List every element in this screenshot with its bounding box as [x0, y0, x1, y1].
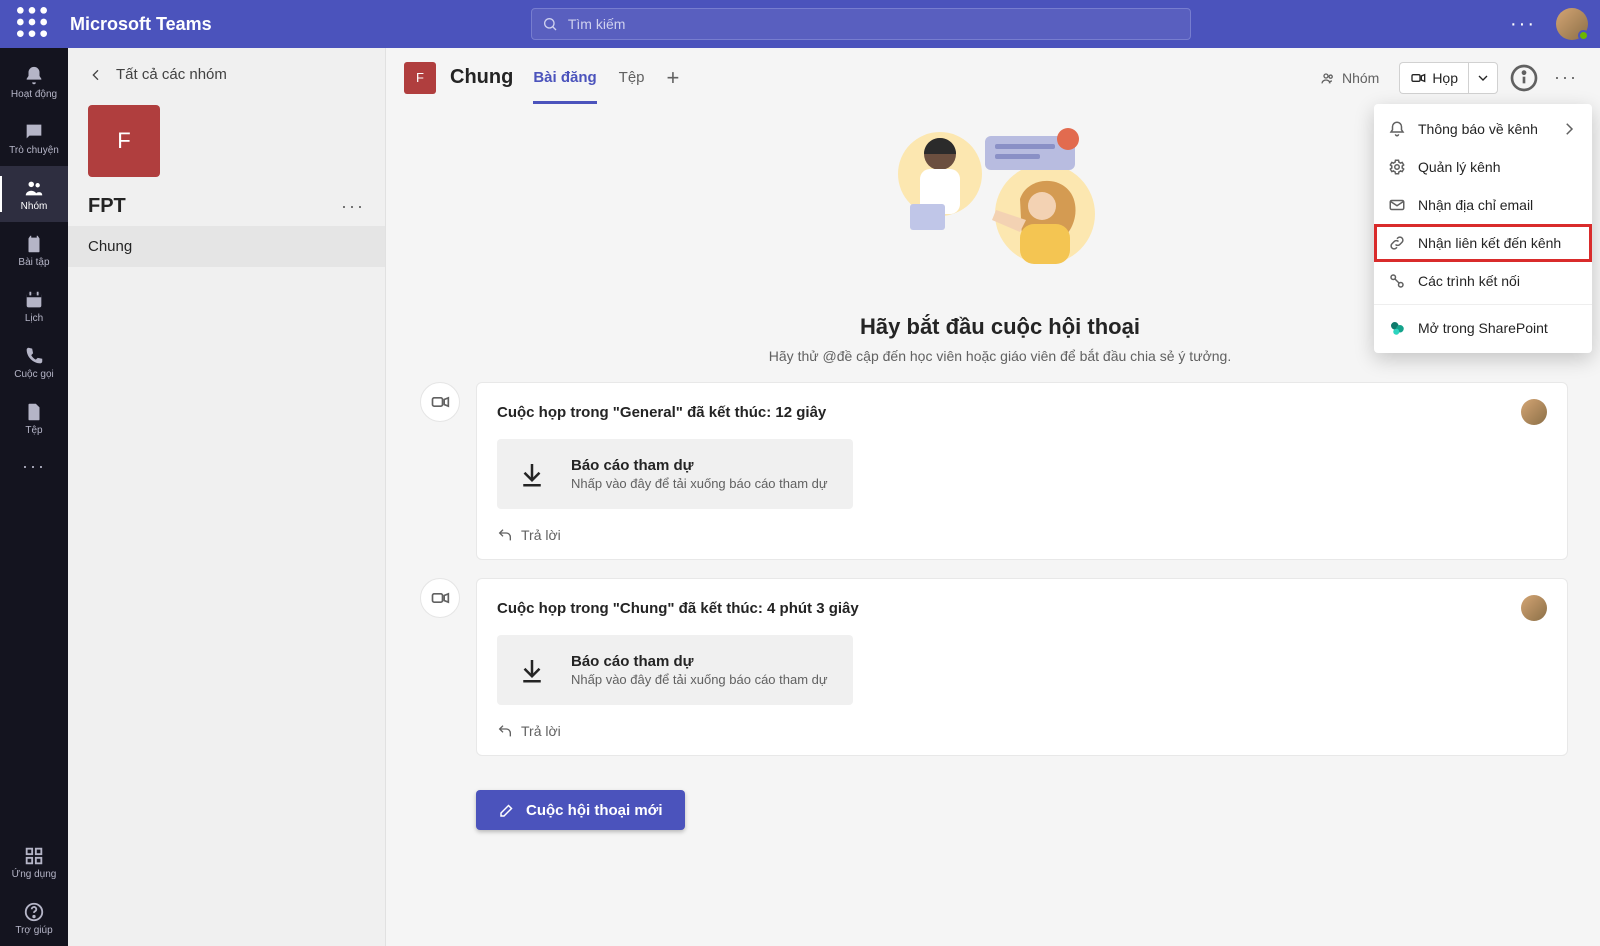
rail-item-apps[interactable]: Ứng dụng	[0, 834, 68, 890]
gear-icon	[1388, 158, 1406, 176]
user-avatar[interactable]	[1556, 8, 1588, 40]
back-icon[interactable]	[88, 67, 104, 83]
attendance-attachment[interactable]: Báo cáo tham dự Nhấp vào đây để tải xuốn…	[497, 635, 853, 705]
menu-item-email[interactable]: Nhận địa chỉ email	[1374, 186, 1592, 224]
rail-label: Bài tập	[18, 257, 49, 268]
search-icon	[542, 16, 558, 32]
team-pill-label: Nhóm	[1342, 70, 1379, 86]
rail-item-assignments[interactable]: Bài tập	[0, 222, 68, 278]
rail-item-chat[interactable]: Trò chuyện	[0, 110, 68, 166]
main-content: F Chung Bài đăng Tệp + Nhóm Họp	[386, 48, 1600, 946]
menu-item-manage[interactable]: Quản lý kênh	[1374, 148, 1592, 186]
link-icon	[1388, 234, 1406, 252]
rail-label: Tệp	[25, 425, 42, 436]
rail-item-activity[interactable]: Hoạt động	[0, 54, 68, 110]
new-conversation-button[interactable]: Cuộc hội thoại mới	[476, 790, 685, 830]
message-item: Cuộc họp trong "General" đã kết thúc: 12…	[420, 382, 1568, 560]
rail-item-teams[interactable]: Nhóm	[0, 166, 68, 222]
rail-label: Hoạt động	[11, 89, 57, 100]
team-more-icon[interactable]: ···	[341, 196, 365, 217]
top-bar: Microsoft Teams ···	[0, 0, 1600, 48]
team-panel: Tất cả các nhóm F FPT ··· Chung	[68, 48, 386, 946]
channel-name: Chung	[450, 66, 513, 89]
menu-item-sharepoint[interactable]: Mở trong SharePoint	[1374, 309, 1592, 347]
channel-header: F Chung Bài đăng Tệp + Nhóm Họp	[386, 48, 1600, 108]
menu-label: Mở trong SharePoint	[1418, 320, 1548, 336]
meet-dropdown[interactable]	[1468, 62, 1498, 94]
connectors-icon	[1388, 272, 1406, 290]
menu-label: Thông báo về kênh	[1418, 121, 1538, 137]
sharepoint-icon	[1388, 319, 1406, 337]
reply-icon	[497, 723, 513, 739]
team-visibility-pill[interactable]: Nhóm	[1310, 62, 1389, 94]
menu-label: Các trình kết nối	[1418, 273, 1520, 289]
menu-item-connectors[interactable]: Các trình kết nối	[1374, 262, 1592, 300]
chevron-right-icon	[1560, 120, 1578, 138]
meet-label: Họp	[1432, 70, 1458, 86]
menu-label: Nhận liên kết đến kênh	[1418, 235, 1561, 251]
menu-label: Nhận địa chỉ email	[1418, 197, 1533, 213]
menu-item-notifications[interactable]: Thông báo về kênh	[1374, 110, 1592, 148]
presence-badge	[1578, 30, 1589, 41]
team-avatar: F	[88, 105, 160, 177]
app-title: Microsoft Teams	[70, 14, 212, 35]
search-input[interactable]	[566, 15, 1180, 33]
rail-label: Trò chuyện	[9, 145, 59, 156]
mail-icon	[1388, 196, 1406, 214]
app-launcher-icon[interactable]	[12, 2, 52, 47]
rail-label: Ứng dụng	[12, 869, 57, 880]
reply-icon	[497, 527, 513, 543]
message-title: Cuộc họp trong "General" đã kết thúc: 12…	[497, 404, 826, 421]
rail-item-more[interactable]: ···	[0, 446, 68, 486]
rail-label: Trợ giúp	[15, 925, 52, 936]
search-box[interactable]	[531, 8, 1191, 40]
rail-item-help[interactable]: Trợ giúp	[0, 890, 68, 946]
chevron-down-icon	[1475, 70, 1491, 86]
channel-more-icon[interactable]: ···	[1550, 62, 1582, 94]
attachment-title: Báo cáo tham dự	[571, 653, 828, 670]
info-icon[interactable]	[1508, 62, 1540, 94]
message-title: Cuộc họp trong "Chung" đã kết thúc: 4 ph…	[497, 600, 859, 617]
attachment-subtitle: Nhấp vào đây để tải xuống báo cáo tham d…	[571, 476, 828, 491]
download-icon	[517, 655, 547, 685]
rail-item-files[interactable]: Tệp	[0, 390, 68, 446]
reply-button[interactable]: Trả lời	[497, 521, 1547, 549]
message-avatar	[1521, 595, 1547, 621]
team-name: FPT	[88, 195, 126, 218]
reply-label: Trả lời	[521, 723, 561, 739]
channel-item[interactable]: Chung	[68, 226, 385, 267]
attendance-attachment[interactable]: Báo cáo tham dự Nhấp vào đây để tải xuốn…	[497, 439, 853, 509]
message-item: Cuộc họp trong "Chung" đã kết thúc: 4 ph…	[420, 578, 1568, 756]
settings-more-icon[interactable]: ···	[1510, 13, 1536, 36]
rail-item-calendar[interactable]: Lịch	[0, 278, 68, 334]
rail-item-calls[interactable]: Cuộc gọi	[0, 334, 68, 390]
meeting-icon	[420, 578, 460, 618]
add-tab-icon[interactable]: +	[667, 65, 680, 91]
video-icon	[1410, 70, 1426, 86]
message-avatar	[1521, 399, 1547, 425]
menu-label: Quản lý kênh	[1418, 159, 1501, 175]
tab-files[interactable]: Tệp	[619, 51, 645, 104]
meet-button[interactable]: Họp	[1399, 62, 1498, 94]
menu-item-get-link[interactable]: Nhận liên kết đến kênh	[1374, 224, 1592, 262]
rail-label: Lịch	[25, 313, 43, 324]
rail-label: Nhóm	[21, 201, 48, 212]
bell-icon	[1388, 120, 1406, 138]
attachment-title: Báo cáo tham dự	[571, 457, 828, 474]
attachment-subtitle: Nhấp vào đây để tải xuống báo cáo tham d…	[571, 672, 828, 687]
download-icon	[517, 459, 547, 489]
meeting-icon	[420, 382, 460, 422]
back-label[interactable]: Tất cả các nhóm	[116, 66, 227, 83]
app-rail: Hoạt động Trò chuyện Nhóm Bài tập Lịch C…	[0, 48, 68, 946]
compose-icon	[498, 801, 516, 819]
channel-avatar: F	[404, 62, 436, 94]
team-icon	[1320, 70, 1336, 86]
channel-context-menu: Thông báo về kênh Quản lý kênh Nhận địa …	[1374, 104, 1592, 353]
rail-label: Cuộc gọi	[14, 369, 53, 380]
tab-posts[interactable]: Bài đăng	[533, 51, 596, 104]
reply-label: Trả lời	[521, 527, 561, 543]
reply-button[interactable]: Trả lời	[497, 717, 1547, 745]
menu-divider	[1374, 304, 1592, 305]
new-conversation-label: Cuộc hội thoại mới	[526, 802, 663, 819]
